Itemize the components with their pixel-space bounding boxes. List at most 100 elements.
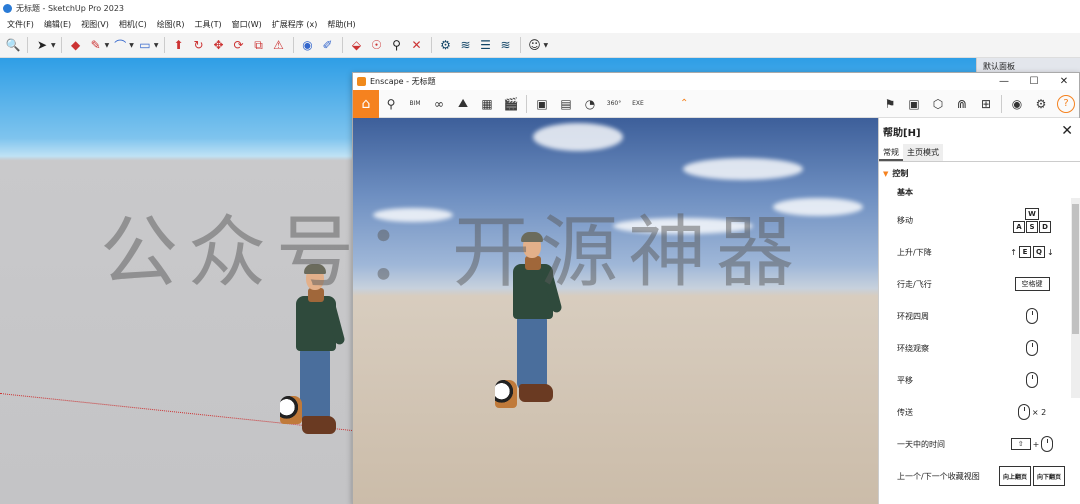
chevron-down-icon[interactable]: ▼ <box>51 42 56 49</box>
triangle-down-icon: ▼ <box>883 170 889 178</box>
paint-bucket-icon[interactable]: ⬙ <box>348 36 366 54</box>
menu-file[interactable]: 文件(F) <box>2 19 39 30</box>
push-pull-icon[interactable]: ⬆ <box>170 36 188 54</box>
menu-camera[interactable]: 相机(C) <box>114 19 152 30</box>
menu-draw[interactable]: 绘图(R) <box>152 19 190 30</box>
pin-icon[interactable]: ⚲ <box>379 92 403 116</box>
scale-icon[interactable]: ⧉ <box>250 36 268 54</box>
help-row-teleport: 传送 × 2 <box>883 396 1077 428</box>
toolbar-divider <box>60 37 62 53</box>
help-scrollbar[interactable] <box>1071 198 1080 398</box>
arrow-up-icon: ↑ <box>1010 247 1017 257</box>
eraser-icon[interactable]: ◆ <box>67 36 85 54</box>
materials-icon[interactable]: ⋒ <box>950 92 974 116</box>
rotate-icon[interactable]: ⟳ <box>230 36 248 54</box>
offset-icon[interactable]: ⚠ <box>270 36 288 54</box>
warehouse-icon[interactable]: ⚙ <box>437 36 455 54</box>
tab-general[interactable]: 常规 <box>879 144 903 161</box>
shift-mouse-control: ⇧ + <box>987 436 1077 452</box>
bim-icon[interactable]: BIM <box>403 92 427 116</box>
rectangle-icon[interactable]: ▭ <box>136 36 154 54</box>
extension-manager-icon[interactable]: ≋ <box>497 36 515 54</box>
help-row-look-around: 环视四周 <box>883 300 1077 332</box>
menu-window[interactable]: 窗口(W) <box>227 19 267 30</box>
upload-icon[interactable]: ◔ <box>578 92 602 116</box>
home-icon[interactable]: ⌂ <box>353 89 379 118</box>
asset-library-icon[interactable]: ▦ <box>475 92 499 116</box>
mouse-middle-icon <box>1026 372 1038 388</box>
toolbar-divider <box>430 37 432 53</box>
zoom-extents-icon[interactable]: ✕ <box>408 36 426 54</box>
arc-icon[interactable]: ⌒ <box>111 36 129 54</box>
chevron-up-icon[interactable]: ⌃ <box>680 98 688 109</box>
toolbar-divider <box>163 37 165 53</box>
menu-edit[interactable]: 编辑(E) <box>39 19 76 30</box>
menu-tools[interactable]: 工具(T) <box>190 19 227 30</box>
follow-me-icon[interactable]: ↻ <box>190 36 208 54</box>
tape-measure-icon[interactable]: ◉ <box>299 36 317 54</box>
minimize-icon[interactable]: — <box>989 76 1019 87</box>
vr-headset-icon[interactable]: ⊞ <box>974 92 998 116</box>
mouse-left-icon <box>1026 308 1038 324</box>
panorama-360-icon[interactable]: 360° <box>602 92 626 116</box>
eq-keys: ↑ E Q ↓ <box>987 246 1077 258</box>
arrow-down-icon: ↓ <box>1047 247 1054 257</box>
export-exe-label: EXE <box>632 100 644 107</box>
eye-icon[interactable]: ◉ <box>1005 92 1029 116</box>
select-tool-icon[interactable]: ➤ <box>33 36 51 54</box>
enscape-titlebar: Enscape - 无标题 — ☐ ✕ <box>353 73 1079 90</box>
help-scroll-thumb[interactable] <box>1072 204 1079 334</box>
atmosphere-icon[interactable]: ⛰ <box>451 92 475 116</box>
settings-gear-icon[interactable]: ⚙ <box>1029 92 1053 116</box>
sync-views-icon[interactable]: ⚑ <box>878 92 902 116</box>
help-close-button[interactable]: ✕ <box>1061 123 1073 139</box>
cat-figure[interactable] <box>280 396 302 424</box>
enscape-title: Enscape - 无标题 <box>370 77 436 86</box>
maximize-icon[interactable]: ☐ <box>1019 76 1049 87</box>
video-editor-icon[interactable]: 🎬 <box>499 92 523 116</box>
chevron-down-icon[interactable]: ▼ <box>154 42 159 49</box>
section-controls[interactable]: ▼ 控制 <box>883 168 1077 179</box>
pencil-icon[interactable]: ✎ <box>87 36 105 54</box>
times-two-label: × 2 <box>1031 407 1047 417</box>
cube-icon[interactable]: ⬡ <box>926 92 950 116</box>
account-icon[interactable]: ☺ <box>526 36 544 54</box>
menu-view[interactable]: 视图(V) <box>76 19 114 30</box>
batch-render-icon[interactable]: ▤ <box>554 92 578 116</box>
toolbar-divider <box>519 37 521 53</box>
person-cap <box>521 232 543 242</box>
mouse-control <box>987 372 1077 388</box>
close-icon[interactable]: ✕ <box>1049 76 1079 87</box>
key-space: 空格键 <box>1014 277 1050 291</box>
text-icon[interactable]: ✐ <box>319 36 337 54</box>
cat-figure[interactable] <box>495 380 517 408</box>
help-row-up-down: 上升/下降 ↑ E Q ↓ <box>883 236 1077 268</box>
screenshot-icon[interactable]: ▣ <box>902 92 926 116</box>
key-page-up: 向上翻页 <box>999 466 1031 486</box>
asd-keys: A S D <box>1013 220 1051 233</box>
menu-help[interactable]: 帮助(H) <box>322 19 360 30</box>
export-exe-icon[interactable]: EXE <box>626 92 650 116</box>
chevron-down-icon[interactable]: ▼ <box>544 42 549 49</box>
move-icon[interactable]: ✥ <box>210 36 228 54</box>
key-s: S <box>1026 220 1038 233</box>
help-body: ▼ 控制 基本 移动 W A S D 上升/下降 ↑ E Q ↓ 行走/飞行 空… <box>879 162 1080 495</box>
chevron-down-icon[interactable]: ▼ <box>129 42 134 49</box>
zoom-icon[interactable]: ⚲ <box>388 36 406 54</box>
sketchup-toolbar: 🔍 ➤ ▼ ◆ ✎ ▼ ⌒ ▼ ▭ ▼ ⬆ ↻ ✥ ⟳ ⧉ ⚠ ◉ ✐ ⬙ ☉ ⚲ ✕ … <box>0 33 1080 58</box>
chevron-down-icon[interactable]: ▼ <box>105 42 110 49</box>
person-figure[interactable] <box>505 232 565 404</box>
extension-warehouse-icon[interactable]: ≋ <box>457 36 475 54</box>
binoculars-icon[interactable]: ∞ <box>427 92 451 116</box>
search-icon[interactable]: 🔍 <box>4 36 22 54</box>
render-image-icon[interactable]: ▣ <box>530 92 554 116</box>
orbit-icon[interactable]: ☉ <box>368 36 386 54</box>
help-row-pan: 平移 <box>883 364 1077 396</box>
tab-home-mode[interactable]: 主页模式 <box>903 144 943 161</box>
help-icon[interactable]: ? <box>1057 94 1075 113</box>
enscape-render-view[interactable] <box>353 118 878 504</box>
toolbar-divider <box>292 37 294 53</box>
layers-icon[interactable]: ☰ <box>477 36 495 54</box>
menu-extensions[interactable]: 扩展程序 (x) <box>267 19 323 30</box>
panorama-360-label: 360° <box>606 100 622 107</box>
